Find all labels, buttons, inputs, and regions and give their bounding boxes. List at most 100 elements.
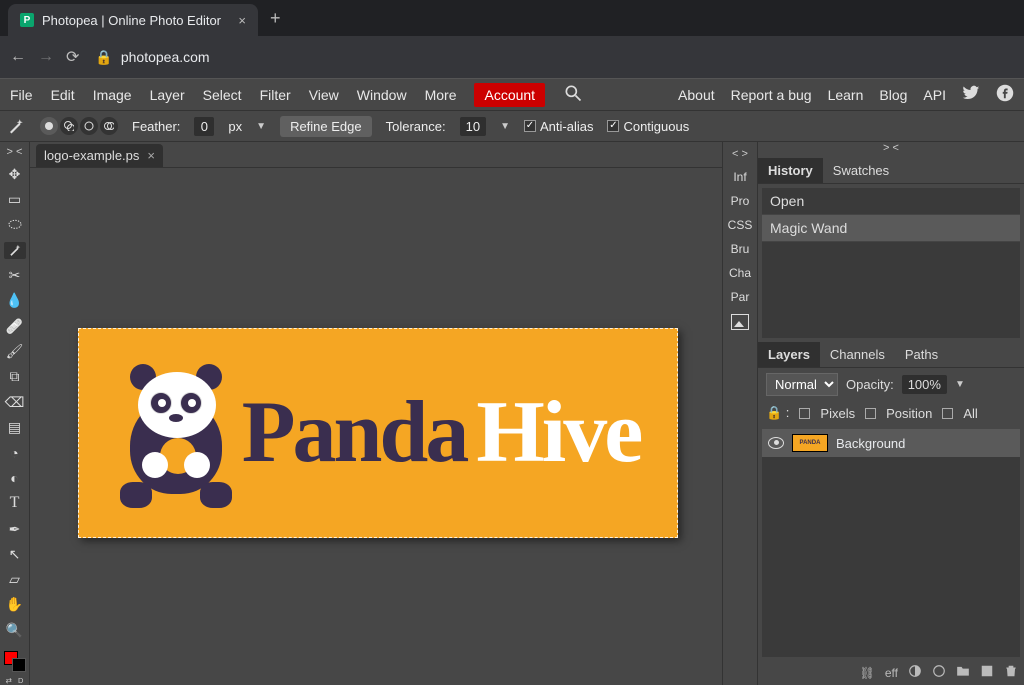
menu-view[interactable]: View [309, 87, 339, 103]
panel-brush[interactable]: Bru [731, 242, 750, 256]
new-folder-icon[interactable] [956, 664, 970, 681]
crop-tool-icon[interactable]: ✂ [4, 267, 26, 284]
refine-edge-button[interactable]: Refine Edge [280, 116, 372, 137]
anti-alias-checkbox[interactable]: Anti-alias [524, 119, 593, 134]
blur-tool-icon[interactable]: ◔ [4, 444, 26, 461]
lock-all-checkbox[interactable] [942, 408, 953, 419]
tolerance-label: Tolerance: [386, 119, 446, 134]
eraser-tool-icon[interactable]: ⌫ [4, 393, 26, 410]
magic-wand-tool-icon[interactable] [4, 242, 26, 259]
delete-layer-icon[interactable] [1004, 664, 1018, 681]
tab-paths[interactable]: Paths [895, 342, 948, 367]
selection-intersect-icon[interactable] [100, 117, 118, 135]
panel-css[interactable]: CSS [728, 218, 753, 232]
panel-image-icon[interactable] [731, 314, 749, 333]
link-blog[interactable]: Blog [879, 87, 907, 103]
brush-tool-icon[interactable]: 🖌 [4, 343, 26, 360]
contiguous-checkbox[interactable]: Contiguous [607, 119, 689, 134]
close-tab-icon[interactable]: × [238, 13, 246, 28]
panel-info[interactable]: Inf [733, 170, 746, 184]
facebook-icon[interactable] [996, 84, 1014, 105]
history-item-magic-wand[interactable]: Magic Wand [762, 215, 1020, 242]
selection-add-icon[interactable] [60, 117, 78, 135]
midpanel-collapse-icon[interactable]: < > [732, 148, 748, 160]
menu-image[interactable]: Image [93, 87, 132, 103]
menu-select[interactable]: Select [203, 87, 242, 103]
type-tool-icon[interactable]: T [4, 494, 26, 512]
document-tab[interactable]: logo-example.ps × [36, 144, 163, 167]
opacity-dropdown-icon[interactable]: ▼ [955, 379, 965, 390]
panel-character[interactable]: Cha [729, 266, 751, 280]
close-document-icon[interactable]: × [147, 148, 155, 163]
tab-swatches[interactable]: Swatches [823, 158, 899, 183]
dodge-tool-icon[interactable]: ◐ [4, 469, 26, 486]
panel-properties[interactable]: Pro [731, 194, 750, 208]
layer-name[interactable]: Background [836, 436, 905, 451]
zoom-tool-icon[interactable]: 🔍 [4, 622, 26, 639]
url-bar[interactable]: 🔒 photopea.com [95, 49, 209, 66]
search-icon[interactable] [563, 83, 583, 106]
forward-button[interactable]: → [38, 48, 54, 66]
menu-window[interactable]: Window [357, 87, 407, 103]
twitter-icon[interactable] [962, 84, 980, 105]
menu-file[interactable]: File [10, 87, 33, 103]
path-select-tool-icon[interactable]: ↖ [4, 546, 26, 563]
selection-new-icon[interactable] [40, 117, 58, 135]
history-item-open[interactable]: Open [762, 188, 1020, 215]
layer-visibility-icon[interactable] [768, 437, 784, 449]
color-swatch[interactable] [4, 651, 26, 668]
tab-channels[interactable]: Channels [820, 342, 895, 367]
layer-thumbnail[interactable]: PANDA [792, 434, 828, 452]
clone-tool-icon[interactable]: ⧉ [4, 368, 26, 385]
layer-row[interactable]: PANDA Background [762, 429, 1020, 457]
shape-tool-icon[interactable]: ▱ [4, 571, 26, 588]
rightpanel-collapse-icon[interactable]: > < [758, 142, 1024, 158]
link-api[interactable]: API [923, 87, 946, 103]
menu-filter[interactable]: Filter [260, 87, 291, 103]
link-learn[interactable]: Learn [828, 87, 864, 103]
menu-edit[interactable]: Edit [51, 87, 75, 103]
layer-effects-button[interactable]: eff [885, 666, 898, 680]
feather-input[interactable]: 0 [194, 117, 214, 136]
menu-more[interactable]: More [425, 87, 457, 103]
adjustment-layer-icon[interactable] [932, 664, 946, 681]
swatch-toggle-icon[interactable]: ⇄D [6, 676, 24, 685]
new-layer-icon[interactable] [980, 664, 994, 681]
tolerance-dropdown-icon[interactable]: ▼ [500, 121, 510, 132]
link-about[interactable]: About [678, 87, 715, 103]
opacity-input[interactable]: 100% [902, 375, 947, 394]
panda-illustration [116, 358, 236, 508]
link-layers-icon[interactable]: ⛓ [860, 666, 875, 680]
photopea-favicon: P [20, 13, 34, 27]
layer-mask-icon[interactable] [908, 664, 922, 681]
blend-mode-select[interactable]: Normal [766, 373, 838, 396]
selection-subtract-icon[interactable] [80, 117, 98, 135]
link-report-bug[interactable]: Report a bug [731, 87, 812, 103]
browser-tab[interactable]: P Photopea | Online Photo Editor × [8, 4, 258, 36]
tolerance-input[interactable]: 10 [460, 117, 486, 136]
marquee-tool-icon[interactable]: ▭ [4, 191, 26, 208]
account-button[interactable]: Account [474, 83, 545, 107]
gradient-tool-icon[interactable]: ▤ [4, 419, 26, 436]
toolbar-collapse-icon[interactable]: > < [7, 146, 23, 158]
move-tool-icon[interactable]: ✥ [4, 166, 26, 183]
reload-button[interactable]: ⟳ [66, 47, 79, 67]
canvas-stage[interactable]: Panda Hive [30, 168, 722, 685]
tab-layers[interactable]: Layers [758, 342, 820, 367]
hand-tool-icon[interactable]: ✋ [4, 596, 26, 613]
photopea-app: File Edit Image Layer Select Filter View… [0, 78, 1024, 685]
pen-tool-icon[interactable]: ✒ [4, 520, 26, 537]
lasso-tool-icon[interactable] [4, 217, 26, 234]
eyedropper-tool-icon[interactable]: 💧 [4, 292, 26, 309]
feather-dropdown-icon[interactable]: ▼ [256, 121, 266, 132]
canvas[interactable]: Panda Hive [78, 328, 678, 538]
menu-layer[interactable]: Layer [150, 87, 185, 103]
panel-paragraph[interactable]: Par [731, 290, 750, 304]
lock-pixels-checkbox[interactable] [799, 408, 810, 419]
tab-history[interactable]: History [758, 158, 823, 183]
new-tab-button[interactable]: + [270, 8, 281, 29]
lock-position-checkbox[interactable] [865, 408, 876, 419]
healing-tool-icon[interactable]: 🩹 [4, 318, 26, 335]
lock-icon: 🔒 [95, 49, 112, 66]
back-button[interactable]: ← [10, 48, 26, 66]
